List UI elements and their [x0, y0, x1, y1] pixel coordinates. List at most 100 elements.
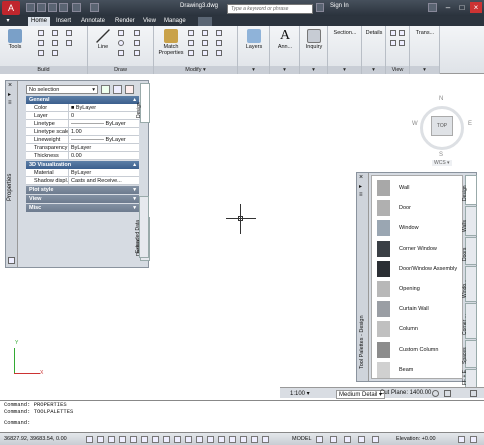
- palette-menu-icon[interactable]: ≡: [359, 192, 363, 198]
- hatch-icon[interactable]: [134, 40, 140, 46]
- fillet-icon[interactable]: [188, 50, 194, 56]
- selection-dropdown[interactable]: No selection ▾: [26, 85, 98, 94]
- dynamic-input-icon[interactable]: [185, 436, 192, 443]
- details-group-label[interactable]: ▾: [362, 66, 385, 74]
- polar-tracking-icon[interactable]: [130, 436, 137, 443]
- auto-hide-icon[interactable]: ▸: [359, 183, 362, 190]
- lineweight-icon[interactable]: [196, 436, 203, 443]
- tool-palette-tab-corner[interactable]: Corner ...: [462, 303, 477, 339]
- annotation-scale-icon[interactable]: [344, 436, 351, 443]
- general-property-row[interactable]: Linetype scale 1.00: [26, 128, 139, 136]
- help-icon[interactable]: [428, 3, 437, 12]
- view-tool-icon-2[interactable]: [399, 30, 405, 36]
- close-icon[interactable]: ×: [8, 82, 12, 89]
- window-tool-icon[interactable]: [66, 30, 72, 36]
- arc-icon[interactable]: [118, 50, 124, 56]
- scale-dropdown[interactable]: 1:100 ▾: [290, 390, 310, 397]
- tool-palette-item[interactable]: Curtain Wall: [374, 299, 462, 319]
- polyline-icon[interactable]: [118, 30, 124, 36]
- view-section-header[interactable]: View ▾: [26, 195, 139, 203]
- search-input[interactable]: Type a keyword or phrase: [227, 4, 313, 14]
- tool-palette-item[interactable]: Corner Window: [374, 239, 462, 259]
- visualization-section-header[interactable]: 3D Visualization ▴: [26, 161, 139, 169]
- general-property-row[interactable]: Linetype —————— ByLayer: [26, 120, 139, 128]
- layout-icon[interactable]: [330, 436, 337, 443]
- annotation-group-label[interactable]: ▾: [270, 66, 299, 74]
- gear-icon[interactable]: [432, 390, 439, 397]
- general-property-row[interactable]: Color ■ ByLayer: [26, 104, 139, 112]
- draw-group-label[interactable]: Draw: [88, 66, 153, 74]
- fullscreen-icon[interactable]: [470, 390, 477, 397]
- tool-palette-item[interactable]: Column: [374, 319, 462, 339]
- layers-button[interactable]: Layers: [242, 29, 266, 50]
- isolate-icon[interactable]: [251, 436, 258, 443]
- rotate-icon[interactable]: [202, 30, 208, 36]
- general-property-row[interactable]: Thickness 0.00: [26, 152, 139, 160]
- inquiry-button[interactable]: Inquiry: [302, 29, 326, 50]
- space-tool-icon[interactable]: [66, 40, 72, 46]
- tool-palette-tab-spaces[interactable]: Spaces: [462, 340, 477, 368]
- visualization-property-row[interactable]: Shadow displ... Casts and Receive...: [26, 177, 139, 185]
- snap-mode-icon[interactable]: [97, 436, 104, 443]
- visualization-property-value[interactable]: ByLayer: [69, 169, 139, 176]
- cleanscreen-icon[interactable]: [372, 436, 379, 443]
- general-property-value[interactable]: 0: [69, 112, 139, 119]
- properties-titlebar[interactable]: × ▸ ≡ Properties: [6, 81, 18, 267]
- close-icon[interactable]: ×: [359, 174, 363, 181]
- tab-design[interactable]: Design: [136, 83, 150, 123]
- maximize-button[interactable]: □: [456, 2, 468, 13]
- general-property-row[interactable]: Lineweight —————— ByLayer: [26, 136, 139, 144]
- redo-icon[interactable]: [90, 3, 99, 12]
- 3d-object-snap-icon[interactable]: [152, 436, 159, 443]
- trans-group-label[interactable]: ▾: [410, 66, 439, 74]
- app-logo-icon[interactable]: A: [2, 1, 20, 15]
- grid-display-icon[interactable]: [108, 436, 115, 443]
- tab-manage[interactable]: Manage: [161, 17, 189, 26]
- tool-palette-tab-ff-+-e[interactable]: FF + E: [462, 369, 477, 389]
- visualization-property-row[interactable]: Material ByLayer: [26, 169, 139, 177]
- visualization-property-value[interactable]: Casts and Receive...: [69, 177, 139, 184]
- tab-view[interactable]: View: [140, 17, 159, 26]
- infer-constraints-icon[interactable]: [86, 436, 93, 443]
- quick-select-icon[interactable]: [8, 257, 15, 264]
- dynamic-ucs-icon[interactable]: [174, 436, 181, 443]
- tab-annotate[interactable]: Annotate: [78, 17, 108, 26]
- tool-palette-item[interactable]: Door/Window Assembly: [374, 259, 462, 279]
- stair-tool-icon[interactable]: [38, 40, 44, 46]
- inquiry-group-label[interactable]: ▾: [300, 66, 327, 74]
- general-section-header[interactable]: General ▴: [26, 96, 139, 104]
- cut-plane-readout[interactable]: Cut Plane: 1400.00: [380, 390, 431, 396]
- tab-toggle-icon[interactable]: [198, 17, 212, 26]
- misc-section-header[interactable]: Misc ▾: [26, 204, 139, 212]
- tool-palette-titlebar[interactable]: × ▸ ≡ Tool Palettes - Design: [357, 173, 369, 381]
- extend-icon[interactable]: [216, 40, 222, 46]
- door-tool-icon[interactable]: [52, 30, 58, 36]
- details-button[interactable]: Details: [363, 30, 385, 36]
- annotation-monitor-icon[interactable]: [240, 436, 247, 443]
- move-icon[interactable]: [188, 30, 194, 36]
- detail-level-dropdown[interactable]: Medium Detail ▾: [336, 390, 386, 399]
- section-button[interactable]: Section...: [329, 30, 361, 36]
- model-toggle[interactable]: MODEL: [292, 436, 312, 442]
- grid-tool-icon[interactable]: [52, 50, 58, 56]
- tab-insert[interactable]: Insert: [53, 17, 74, 26]
- print-icon[interactable]: [59, 3, 68, 12]
- tool-palette-tab-windo[interactable]: Windo...: [462, 266, 477, 302]
- general-property-value[interactable]: ByLayer: [69, 144, 139, 151]
- section-group-label[interactable]: ▾: [328, 66, 361, 74]
- open-icon[interactable]: [37, 3, 46, 12]
- close-button[interactable]: ×: [470, 2, 482, 13]
- tool-palette-item[interactable]: Opening: [374, 279, 462, 299]
- tools-button[interactable]: Tools: [6, 29, 24, 50]
- rectangle-icon[interactable]: [134, 30, 140, 36]
- offset-icon[interactable]: [188, 40, 194, 46]
- line-button[interactable]: Line: [94, 29, 112, 50]
- tab-home[interactable]: Home: [28, 17, 51, 26]
- command-line[interactable]: Command: PROPERTIES Command: TOOLPALETTE…: [0, 400, 484, 432]
- general-property-value[interactable]: ■ ByLayer: [69, 104, 139, 111]
- transparency-icon[interactable]: [207, 436, 214, 443]
- spline-icon[interactable]: [134, 50, 140, 56]
- selection-cycling-icon[interactable]: [229, 436, 236, 443]
- tool-palette-item[interactable]: Custom Column: [374, 340, 462, 360]
- quick-select-button-icon[interactable]: [125, 85, 134, 94]
